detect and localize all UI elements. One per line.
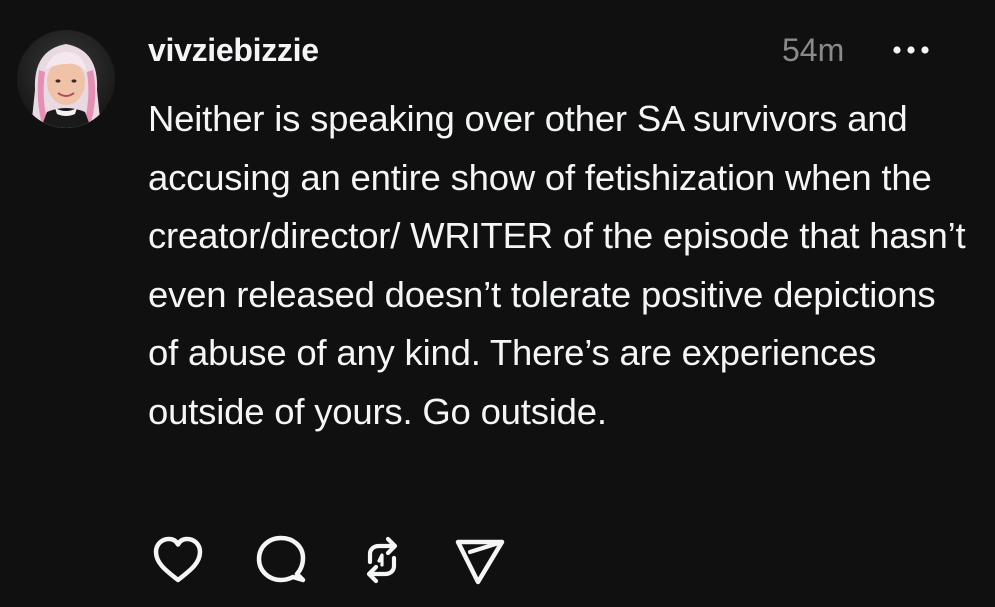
post-text: Neither is speaking over other SA surviv… — [148, 98, 966, 432]
share-icon[interactable] — [450, 530, 510, 590]
comment-icon[interactable] — [250, 530, 310, 590]
ellipsis-icon[interactable] — [888, 38, 934, 62]
avatar-image — [17, 30, 115, 128]
post-timestamp: 54m — [782, 32, 845, 68]
repost-icon[interactable] — [352, 530, 412, 590]
avatar[interactable] — [17, 30, 115, 128]
thread-post: vivziebizzie 54m Neither is speaking ove… — [0, 0, 995, 607]
heart-icon[interactable] — [148, 530, 208, 590]
username[interactable]: vivziebizzie — [148, 30, 319, 70]
